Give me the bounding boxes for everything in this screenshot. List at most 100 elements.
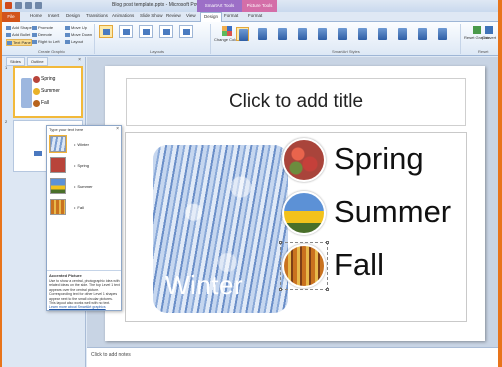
promote-button[interactable]: Promote [32, 25, 53, 30]
smartart-style-7[interactable] [356, 27, 369, 41]
tab-design[interactable]: Design [66, 13, 80, 18]
smartart-style-11[interactable] [436, 27, 449, 41]
style-preview-icon [358, 28, 367, 40]
smartart-style-6[interactable] [336, 27, 349, 41]
text-pane-line[interactable]: Winter [74, 142, 89, 147]
spring-picture[interactable] [282, 138, 326, 182]
tab-smartart-design[interactable]: Design [200, 12, 223, 22]
resize-handle[interactable] [326, 241, 329, 244]
picture-placeholder-icon[interactable] [50, 178, 66, 194]
picture-placeholder-icon[interactable] [49, 135, 67, 153]
move-up-icon [65, 25, 70, 30]
resize-handle[interactable] [326, 288, 329, 291]
text-pane-header: Type your text here [49, 127, 84, 132]
picture-tools-context: Picture Tools [242, 0, 277, 12]
text-pane-item-winter[interactable]: Winter [49, 135, 120, 154]
style-preview-icon [298, 28, 307, 40]
layout-preview-icon [183, 29, 190, 35]
spring-thumb-icon [33, 76, 40, 83]
redo-icon[interactable] [35, 2, 42, 9]
title-placeholder[interactable]: Click to add title [126, 78, 466, 126]
smartart-graphic[interactable]: Winter Spring Summer Fall [125, 132, 467, 322]
text-pane-line[interactable]: Fall [74, 205, 83, 210]
add-shape-icon [6, 25, 11, 30]
title-bar: Blog post template.pptx - Microsoft Powe… [2, 0, 498, 12]
smartart-style-5[interactable] [316, 27, 329, 41]
tab-outline[interactable]: Outline [26, 57, 48, 66]
picture-placeholder-icon[interactable] [50, 199, 66, 215]
right-to-left-button[interactable]: Right to Left [32, 39, 60, 44]
smartart-tools-context: SmartArt Tools [197, 0, 242, 12]
tab-review[interactable]: Review [166, 13, 181, 18]
move-down-button[interactable]: Move Down [65, 32, 92, 37]
tab-slide-show[interactable]: Slide Show [140, 13, 163, 18]
layouts-group-label: Layouts [150, 49, 165, 54]
demote-icon [32, 32, 37, 37]
pane-tabs: Slides Outline [6, 57, 48, 66]
tab-picture-format[interactable]: Format [248, 13, 262, 18]
winter-picture[interactable]: Winter [153, 145, 288, 313]
tab-insert[interactable]: Insert [48, 13, 59, 18]
text-pane-item-fall[interactable]: Fall [50, 199, 120, 217]
layout-option-2[interactable] [119, 25, 133, 38]
save-icon[interactable] [15, 2, 22, 9]
layout-option-4[interactable] [159, 25, 173, 38]
add-bullet-button[interactable]: Add Bullet [6, 32, 30, 37]
text-pane-item-spring[interactable]: Spring [50, 157, 120, 175]
tab-smartart-format[interactable]: Format [224, 13, 238, 18]
smartart-style-10[interactable] [416, 27, 429, 41]
tab-view[interactable]: View [186, 13, 196, 18]
summer-label[interactable]: Summer [334, 194, 451, 230]
learn-more-link[interactable]: Learn more about SmartArt graphics [49, 305, 106, 309]
layout-name: Accented Picture [49, 273, 82, 278]
undo-icon[interactable] [25, 2, 32, 9]
smartart-style-3[interactable] [276, 27, 289, 41]
fall-label[interactable]: Fall [334, 247, 384, 283]
smartart-style-2[interactable] [256, 27, 269, 41]
layout-option-5[interactable] [179, 25, 193, 38]
winter-label[interactable]: Winter [165, 270, 243, 301]
spring-label[interactable]: Spring [334, 141, 424, 177]
notes-pane[interactable]: Click to add notes [87, 347, 498, 367]
smartart-style-8[interactable] [376, 27, 389, 41]
group-separator [94, 24, 95, 54]
style-preview-icon [418, 28, 427, 40]
thumb-label-spring: Spring [41, 76, 56, 82]
demote-button[interactable]: Demote [32, 32, 52, 37]
quick-access-toolbar [5, 2, 42, 9]
layout-preview-icon [123, 29, 130, 35]
notes-placeholder[interactable]: Click to add notes [91, 352, 131, 358]
move-up-button[interactable]: Move Up [65, 25, 87, 30]
close-icon[interactable]: × [116, 126, 119, 132]
picture-placeholder-icon[interactable] [50, 157, 66, 173]
layout-option-accented-picture[interactable] [99, 25, 113, 38]
layout-icon [65, 39, 70, 44]
text-pane-line[interactable]: Spring [74, 163, 89, 168]
smartart-style-4[interactable] [296, 27, 309, 41]
text-pane-line[interactable]: Summer [74, 184, 92, 189]
text-pane-item-summer[interactable]: Summer [50, 178, 120, 196]
slide-number: 2 [5, 119, 8, 124]
tab-slides[interactable]: Slides [6, 57, 25, 66]
tab-animations[interactable]: Animations [112, 13, 134, 18]
layout-button[interactable]: Layout [65, 39, 83, 44]
smartart-style-1[interactable] [236, 27, 249, 41]
group-separator [210, 24, 211, 54]
text-pane-button[interactable]: Text Pane [6, 39, 32, 46]
tab-transitions[interactable]: Transitions [86, 13, 108, 18]
group-separator [460, 24, 461, 54]
tab-home[interactable]: Home [30, 13, 42, 18]
resize-handle[interactable] [279, 288, 282, 291]
style-preview-icon [338, 28, 347, 40]
smartart-style-9[interactable] [396, 27, 409, 41]
add-shape-button[interactable]: Add Shape [6, 25, 32, 30]
tab-file[interactable]: File [2, 12, 20, 22]
layout-option-3[interactable] [139, 25, 153, 38]
resize-handle[interactable] [279, 241, 282, 244]
move-down-icon [65, 32, 70, 37]
style-preview-icon [438, 28, 447, 40]
convert-button[interactable]: Convert [482, 26, 496, 40]
slide-thumbnail-1[interactable]: Spring Summer Fall [13, 66, 83, 118]
close-icon[interactable]: × [78, 57, 81, 63]
summer-picture[interactable] [282, 191, 326, 235]
